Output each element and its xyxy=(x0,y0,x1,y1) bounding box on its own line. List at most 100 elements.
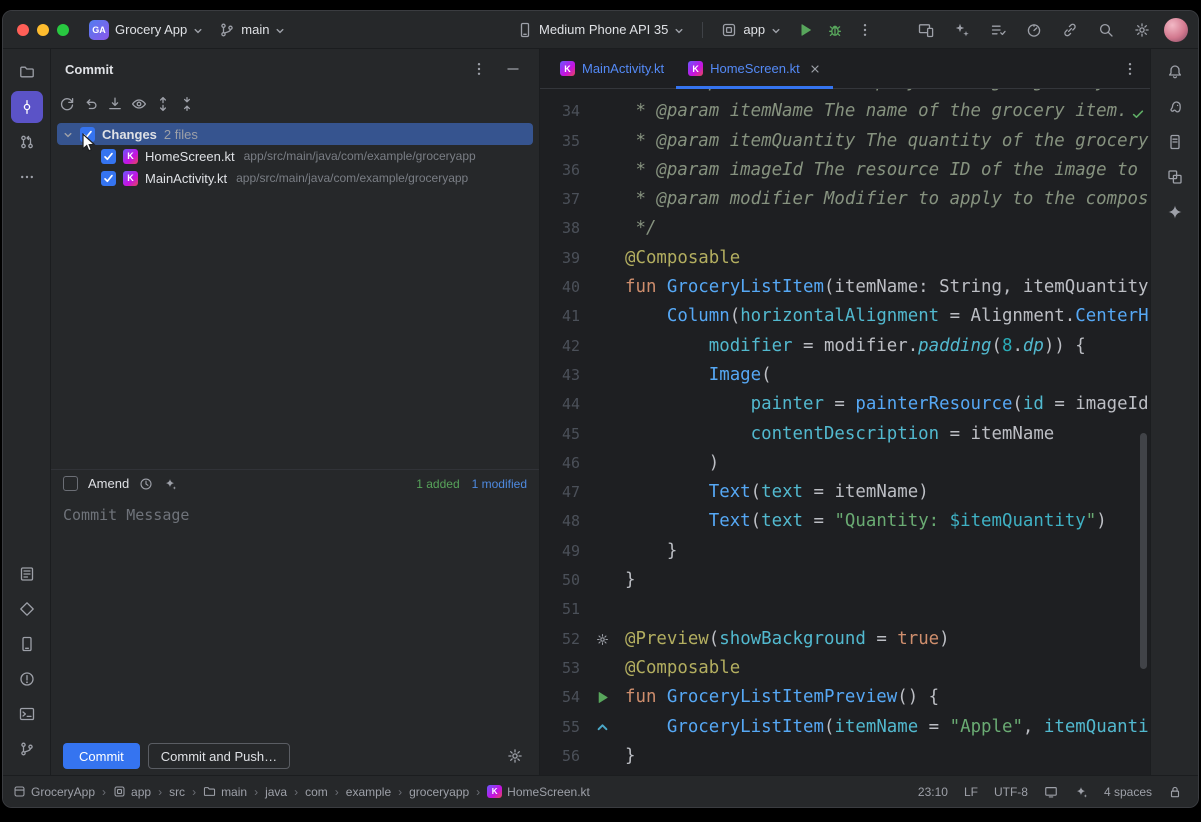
branch-widget[interactable]: main xyxy=(211,16,293,44)
changed-file-row[interactable]: KHomeScreen.ktapp/src/main/java/com/exam… xyxy=(57,145,533,167)
changed-file-row[interactable]: KMainActivity.ktapp/src/main/java/com/ex… xyxy=(57,167,533,189)
code-area[interactable]: 33 * A composable that displays a single… xyxy=(540,89,1150,775)
expand-all-button[interactable] xyxy=(151,92,175,116)
editor-tab[interactable]: KHomeScreen.kt xyxy=(676,49,833,88)
commit-message-input[interactable]: Commit Message xyxy=(51,497,539,737)
ai-status[interactable] xyxy=(1074,785,1088,799)
breadcrumb-item[interactable]: KHomeScreen.kt xyxy=(487,785,590,799)
line-number[interactable]: 38 xyxy=(540,214,580,243)
device-manager-button[interactable] xyxy=(11,628,43,660)
preview-settings-icon[interactable] xyxy=(596,633,609,646)
amend-checkbox[interactable] xyxy=(63,476,78,491)
task-list-button[interactable] xyxy=(984,16,1012,44)
navigate-up-icon[interactable] xyxy=(596,721,609,734)
line-number[interactable]: 44 xyxy=(540,390,580,419)
editor-scrollbar[interactable] xyxy=(1140,433,1147,669)
user-avatar[interactable] xyxy=(1164,18,1188,42)
run-button[interactable] xyxy=(791,16,819,44)
notifications-bell-button[interactable] xyxy=(1159,56,1191,88)
close-tab-icon[interactable] xyxy=(809,63,821,75)
file-checkbox[interactable] xyxy=(101,149,116,164)
refresh-button[interactable] xyxy=(55,92,79,116)
breadcrumb-item[interactable]: groceryapp xyxy=(409,785,469,799)
line-number[interactable]: 46 xyxy=(540,449,580,478)
history-clock-button[interactable] xyxy=(139,477,153,491)
gemini-cursor-button[interactable] xyxy=(948,16,976,44)
terminal-button[interactable] xyxy=(11,698,43,730)
commit-button[interactable] xyxy=(11,91,43,123)
settings-gear-button[interactable] xyxy=(1128,16,1156,44)
line-number[interactable]: 48 xyxy=(540,507,580,536)
device-mirror-button[interactable] xyxy=(912,16,940,44)
zoom-window-button[interactable] xyxy=(57,24,69,36)
line-number[interactable]: 54 xyxy=(540,683,580,712)
changelist-row[interactable]: Changes 2 files xyxy=(57,123,533,145)
profiler-button[interactable] xyxy=(1020,16,1048,44)
device-selector[interactable]: Medium Phone API 35 xyxy=(509,16,692,44)
search-button[interactable] xyxy=(1092,16,1120,44)
ai-sparkle-button[interactable] xyxy=(163,477,177,491)
line-number[interactable]: 40 xyxy=(540,273,580,302)
commit-options-button[interactable] xyxy=(467,57,491,81)
shelve-button[interactable] xyxy=(103,92,127,116)
inspections-ok-icon[interactable] xyxy=(1131,107,1145,121)
line-number[interactable]: 53 xyxy=(540,654,580,683)
device-pairing-button[interactable] xyxy=(1056,16,1084,44)
screen-widget[interactable] xyxy=(1044,785,1058,799)
line-number[interactable]: 51 xyxy=(540,595,580,624)
file-encoding[interactable]: UTF-8 xyxy=(994,785,1028,799)
line-number[interactable]: 43 xyxy=(540,361,580,390)
run-preview-icon[interactable] xyxy=(596,691,609,704)
line-number[interactable]: 50 xyxy=(540,566,580,595)
more-run-options-button[interactable] xyxy=(851,16,879,44)
collapse-all-button[interactable] xyxy=(175,92,199,116)
debug-button[interactable] xyxy=(821,16,849,44)
line-number[interactable]: 34 xyxy=(540,97,580,126)
changelist-checkbox[interactable] xyxy=(80,127,95,142)
gradle-button[interactable] xyxy=(1159,91,1191,123)
line-number[interactable]: 52 xyxy=(540,625,580,654)
line-number[interactable]: 42 xyxy=(540,332,580,361)
file-checkbox[interactable] xyxy=(101,171,116,186)
line-separator[interactable]: LF xyxy=(964,785,978,799)
commit-settings-button[interactable] xyxy=(503,744,527,768)
breadcrumb-item[interactable]: example xyxy=(346,785,391,799)
close-window-button[interactable] xyxy=(17,24,29,36)
hide-tool-window-button[interactable] xyxy=(501,57,525,81)
commit-and-push-button[interactable]: Commit and Push… xyxy=(148,743,290,769)
gemini-button[interactable] xyxy=(1159,196,1191,228)
line-number[interactable]: 35 xyxy=(540,127,580,156)
line-number[interactable]: 39 xyxy=(540,244,580,273)
indent-config[interactable]: 4 spaces xyxy=(1104,785,1152,799)
version-control-button[interactable] xyxy=(11,733,43,765)
project-widget[interactable]: GA Grocery App xyxy=(81,16,211,44)
readonly-lock[interactable] xyxy=(1168,785,1182,799)
line-number[interactable]: 55 xyxy=(540,713,580,742)
line-number[interactable]: 37 xyxy=(540,185,580,214)
breadcrumb-item[interactable]: GroceryApp xyxy=(13,785,95,799)
device-explorer-button[interactable] xyxy=(1159,126,1191,158)
commit-button[interactable]: Commit xyxy=(63,743,140,769)
app-insights-button[interactable] xyxy=(11,593,43,625)
line-number[interactable]: 57 xyxy=(540,771,580,775)
editor-tab[interactable]: KMainActivity.kt xyxy=(548,49,676,88)
diff-preview-button[interactable] xyxy=(127,92,151,116)
line-number[interactable]: 45 xyxy=(540,420,580,449)
line-number[interactable]: 56 xyxy=(540,742,580,771)
line-number[interactable]: 36 xyxy=(540,156,580,185)
editor-options-button[interactable] xyxy=(1118,57,1142,81)
pull-requests-button[interactable] xyxy=(11,126,43,158)
breadcrumb-item[interactable]: src xyxy=(169,785,185,799)
line-number[interactable]: 49 xyxy=(540,537,580,566)
caret-position[interactable]: 23:10 xyxy=(918,785,948,799)
expand-chevron-icon[interactable] xyxy=(63,130,73,140)
resource-manager-button[interactable] xyxy=(1159,161,1191,193)
line-number[interactable]: 41 xyxy=(540,302,580,331)
line-number[interactable]: 47 xyxy=(540,478,580,507)
more-horizontal-button[interactable] xyxy=(11,161,43,193)
breadcrumb-item[interactable]: main xyxy=(203,785,247,799)
breadcrumb-item[interactable]: app xyxy=(113,785,151,799)
breadcrumb-item[interactable]: com xyxy=(305,785,328,799)
logcat-button[interactable] xyxy=(11,558,43,590)
breadcrumb-item[interactable]: java xyxy=(265,785,287,799)
